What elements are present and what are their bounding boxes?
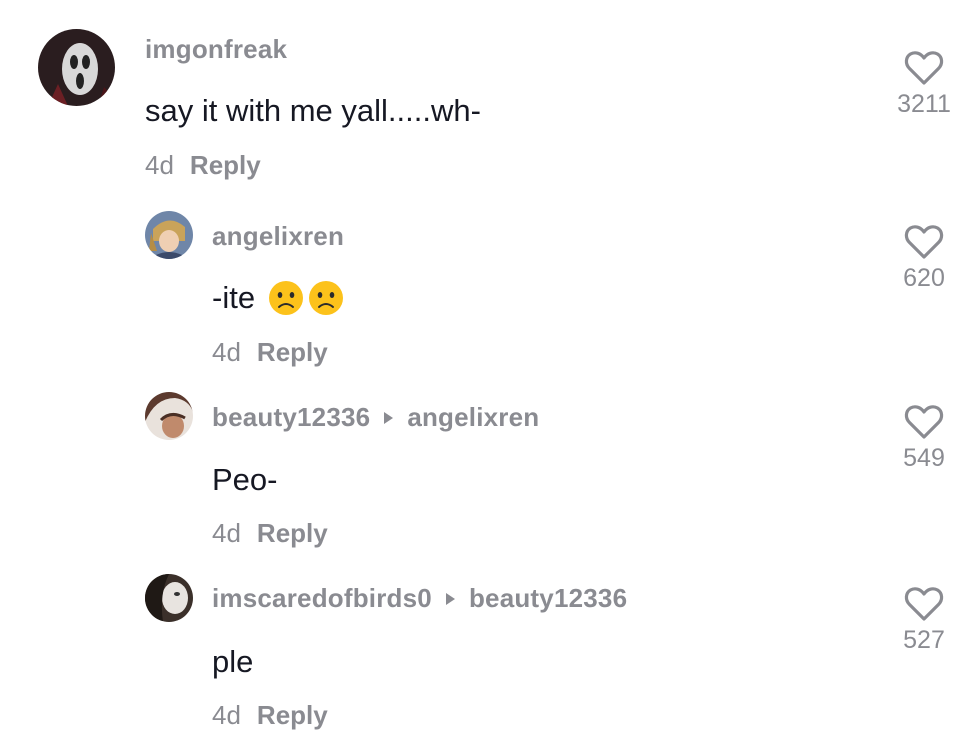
comment-meta: 4d Reply xyxy=(212,337,328,368)
reply-to-username[interactable]: beauty12336 xyxy=(469,583,627,613)
username[interactable]: imgonfreak xyxy=(145,34,287,65)
like-button[interactable]: 620 xyxy=(879,224,969,293)
comment-item: imscaredofbirds0 beauty12336 ple 4d Reply … xyxy=(0,562,980,745)
comment-age: 4d xyxy=(212,700,241,730)
avatar[interactable] xyxy=(38,29,115,106)
avatar[interactable] xyxy=(145,574,193,622)
like-button[interactable]: 3211 xyxy=(879,50,969,119)
person-avatar-icon xyxy=(145,392,193,440)
username-text[interactable]: beauty12336 xyxy=(212,402,370,432)
reply-button[interactable]: Reply xyxy=(257,337,328,367)
reply-arrow-icon xyxy=(384,412,394,424)
username-text[interactable]: imscaredofbirds0 xyxy=(212,583,432,613)
comment-item: angelixren -ite 4d Reply 620 xyxy=(0,200,980,380)
username-text[interactable]: imgonfreak xyxy=(145,34,287,64)
comment-text-content: -ite xyxy=(212,280,256,315)
comment-age: 4d xyxy=(212,337,241,367)
comment-text: -ite xyxy=(212,280,344,316)
like-count: 620 xyxy=(903,264,945,292)
like-button[interactable]: 527 xyxy=(879,586,969,655)
like-count: 549 xyxy=(903,444,945,472)
comment-text: ple xyxy=(212,644,254,679)
comment-age: 4d xyxy=(212,518,241,548)
heart-icon[interactable] xyxy=(904,404,944,440)
reply-to-username[interactable]: angelixren xyxy=(407,402,539,432)
ghostface-avatar-icon xyxy=(38,29,115,106)
comment-meta: 4d Reply xyxy=(212,518,328,549)
username[interactable]: imscaredofbirds0 beauty12336 xyxy=(212,583,627,614)
username-text[interactable]: angelixren xyxy=(212,221,344,251)
reply-button[interactable]: Reply xyxy=(190,150,261,180)
avatar[interactable] xyxy=(145,211,193,259)
like-count: 3211 xyxy=(897,90,951,118)
like-button[interactable]: 549 xyxy=(879,404,969,473)
reply-arrow-icon xyxy=(445,593,455,605)
person-avatar-icon xyxy=(145,574,193,622)
reply-button[interactable]: Reply xyxy=(257,518,328,548)
slightly-frowning-face-icon xyxy=(308,281,343,315)
anime-avatar-icon xyxy=(145,211,193,259)
like-count: 527 xyxy=(903,626,945,654)
comment-item: imgonfreak say it with me yall.....wh- 4… xyxy=(0,0,980,200)
comment-text: Peo- xyxy=(212,462,278,497)
comment-meta: 4d Reply xyxy=(212,700,328,731)
comment-age: 4d xyxy=(145,150,174,180)
avatar[interactable] xyxy=(145,392,193,440)
reply-button[interactable]: Reply xyxy=(257,700,328,730)
comment-text: say it with me yall.....wh- xyxy=(145,93,481,128)
comment-meta: 4d Reply xyxy=(145,150,261,181)
comment-item: beauty12336 angelixren Peo- 4d Reply 549 xyxy=(0,380,980,562)
heart-icon[interactable] xyxy=(904,50,944,86)
heart-icon[interactable] xyxy=(904,224,944,260)
username[interactable]: beauty12336 angelixren xyxy=(212,402,539,433)
heart-icon[interactable] xyxy=(904,586,944,622)
username[interactable]: angelixren xyxy=(212,221,344,252)
slightly-frowning-face-icon xyxy=(268,281,303,315)
